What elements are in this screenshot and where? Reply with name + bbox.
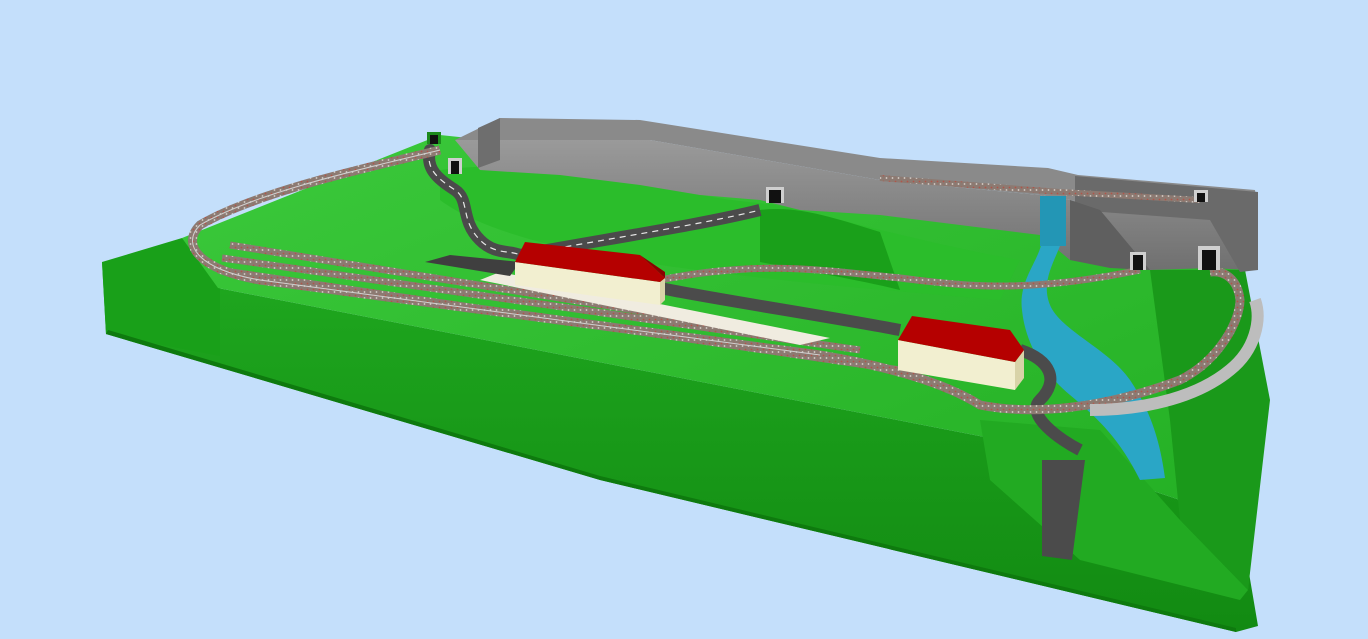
waterfall	[1040, 196, 1066, 246]
cliff-left-block	[478, 118, 500, 168]
tunnel-icon	[766, 187, 784, 203]
tunnel-icon	[427, 132, 441, 144]
tunnel-icon	[1194, 190, 1208, 202]
tunnel-icon	[1130, 252, 1146, 270]
layout-scene[interactable]	[0, 0, 1368, 639]
tunnel-icon	[448, 158, 462, 174]
render-viewport[interactable]	[0, 0, 1368, 639]
tunnel-icon	[1198, 246, 1220, 270]
